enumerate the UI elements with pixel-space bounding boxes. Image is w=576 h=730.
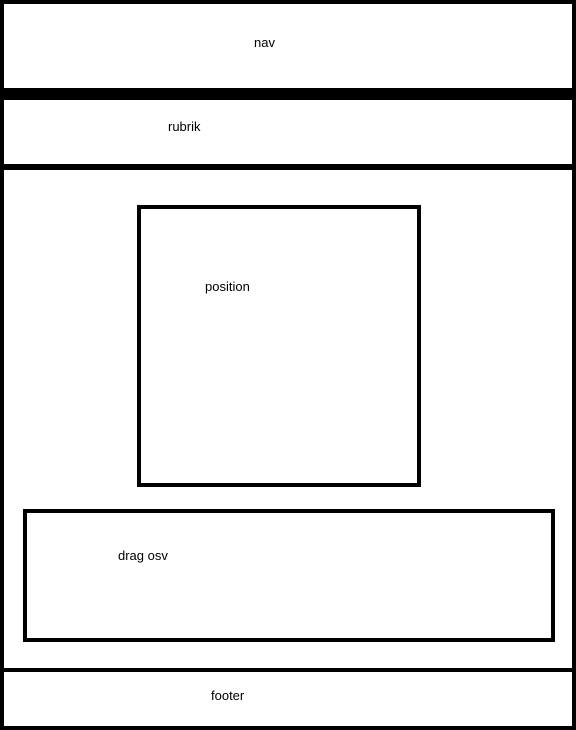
nav-label: nav	[254, 35, 275, 50]
footer-label: footer	[211, 688, 245, 703]
rubrik-section	[0, 96, 576, 168]
drag-section	[23, 509, 555, 642]
drag-label: drag osv	[118, 548, 168, 563]
nav-section	[0, 0, 576, 96]
footer-section	[0, 668, 576, 730]
rubrik-label: rubrik	[168, 119, 201, 134]
position-section	[137, 205, 421, 487]
position-label: position	[205, 279, 250, 294]
